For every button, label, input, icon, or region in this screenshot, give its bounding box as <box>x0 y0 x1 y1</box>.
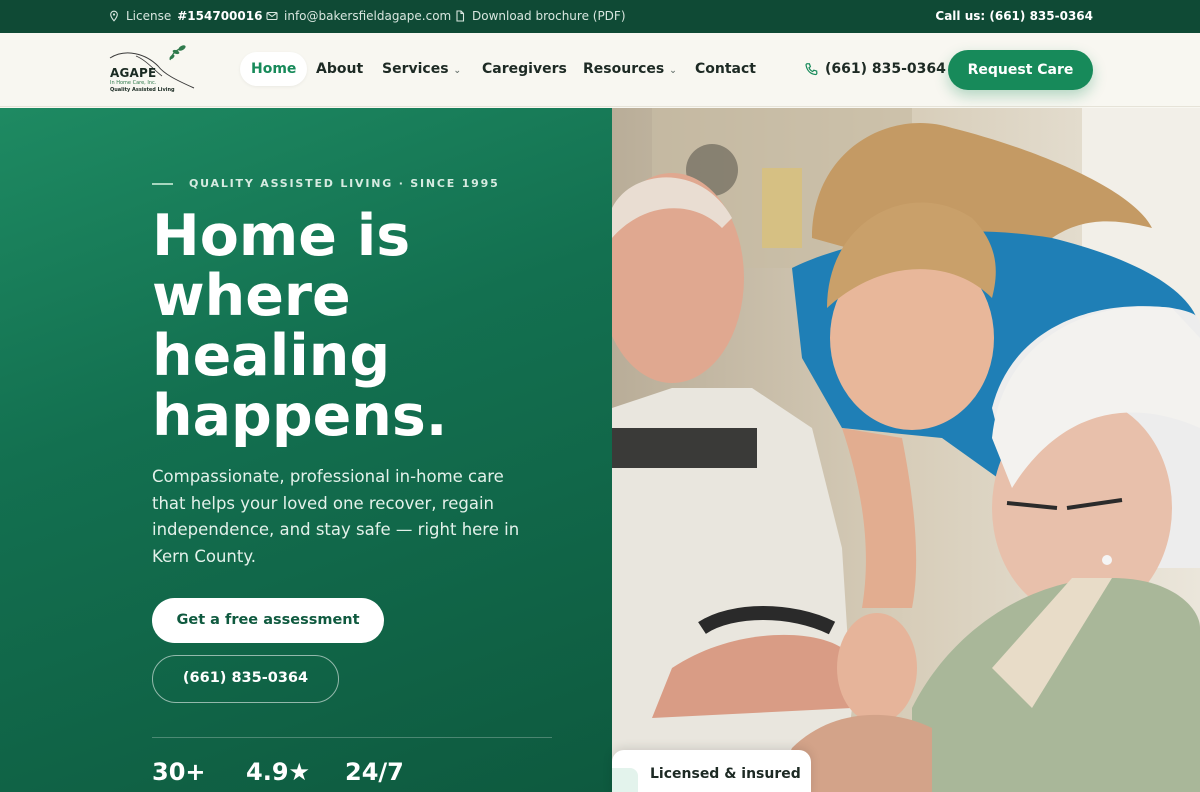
hero-section: QUALITY ASSISTED LIVING · SINCE 1995 Hom… <box>0 108 612 792</box>
document-icon <box>456 10 465 22</box>
nav-resources-label: Resources <box>583 61 665 77</box>
hero-headline: Home is where healing happens. <box>152 203 448 449</box>
logo-subtitle: In Home Care, Inc. <box>110 80 157 86</box>
hero-phone-button[interactable]: (661) 835-0364 <box>152 655 339 703</box>
email-text: info@bakersfieldagape.com <box>284 9 452 23</box>
request-care-button[interactable]: Request Care <box>948 50 1093 90</box>
licensed-badge: Licensed & insured <box>612 750 811 792</box>
stat-years: 30+ <box>152 758 206 786</box>
email-link[interactable]: info@bakersfieldagape.com <box>266 9 451 23</box>
license-number: #154700016 <box>177 9 263 23</box>
chevron-down-icon: ⌄ <box>669 66 677 76</box>
call-us-link[interactable]: Call us: (661) 835-0364 <box>935 9 1093 23</box>
nav-services[interactable]: Services ⌄ <box>382 52 461 86</box>
nav-caregivers[interactable]: Caregivers <box>482 52 567 86</box>
nav-home[interactable]: Home <box>240 52 308 86</box>
nav-contact[interactable]: Contact <box>695 52 756 86</box>
hero-description: Compassionate, professional in-home care… <box>152 467 520 566</box>
brochure-link[interactable]: Download brochure (PDF) <box>454 9 626 23</box>
logo-name: AGAPE <box>110 66 157 80</box>
eyebrow-text: QUALITY ASSISTED LIVING · SINCE 1995 <box>189 177 500 190</box>
badge-text: Licensed & insured <box>650 766 801 782</box>
location-pin-icon <box>110 10 118 22</box>
main-nav: AGAPE In Home Care, Inc. Quality Assiste… <box>0 33 1200 107</box>
eyebrow-dash <box>152 182 173 185</box>
free-assessment-button[interactable]: Get a free assessment <box>152 598 384 643</box>
nav-about[interactable]: About <box>316 52 363 86</box>
caregiver-photo-illustration <box>612 108 1200 792</box>
logo-tagline: Quality Assisted Living <box>110 87 175 93</box>
nav-phone-text: (661) 835-0364 <box>825 61 946 77</box>
brochure-text: Download brochure (PDF) <box>472 9 626 23</box>
hero-photo <box>612 108 1200 792</box>
nav-phone-link[interactable]: (661) 835-0364 <box>804 52 946 86</box>
shield-check-icon <box>612 768 638 792</box>
stats-divider <box>152 737 552 738</box>
nav-resources[interactable]: Resources ⌄ <box>583 52 677 86</box>
logo[interactable]: AGAPE In Home Care, Inc. Quality Assiste… <box>106 44 198 96</box>
chevron-down-icon: ⌄ <box>453 66 462 76</box>
hero-eyebrow: QUALITY ASSISTED LIVING · SINCE 1995 <box>152 177 500 190</box>
phone-icon <box>805 62 818 75</box>
stat-availability: 24/7 <box>345 758 404 786</box>
stat-rating: 4.9★ <box>246 758 311 786</box>
top-bar: License #154700016 info@bakersfieldagape… <box>0 0 1200 33</box>
license-label: License <box>126 9 172 23</box>
nav-services-label: Services <box>382 61 449 77</box>
mail-icon <box>266 11 278 21</box>
license-info: License #154700016 <box>108 9 262 23</box>
